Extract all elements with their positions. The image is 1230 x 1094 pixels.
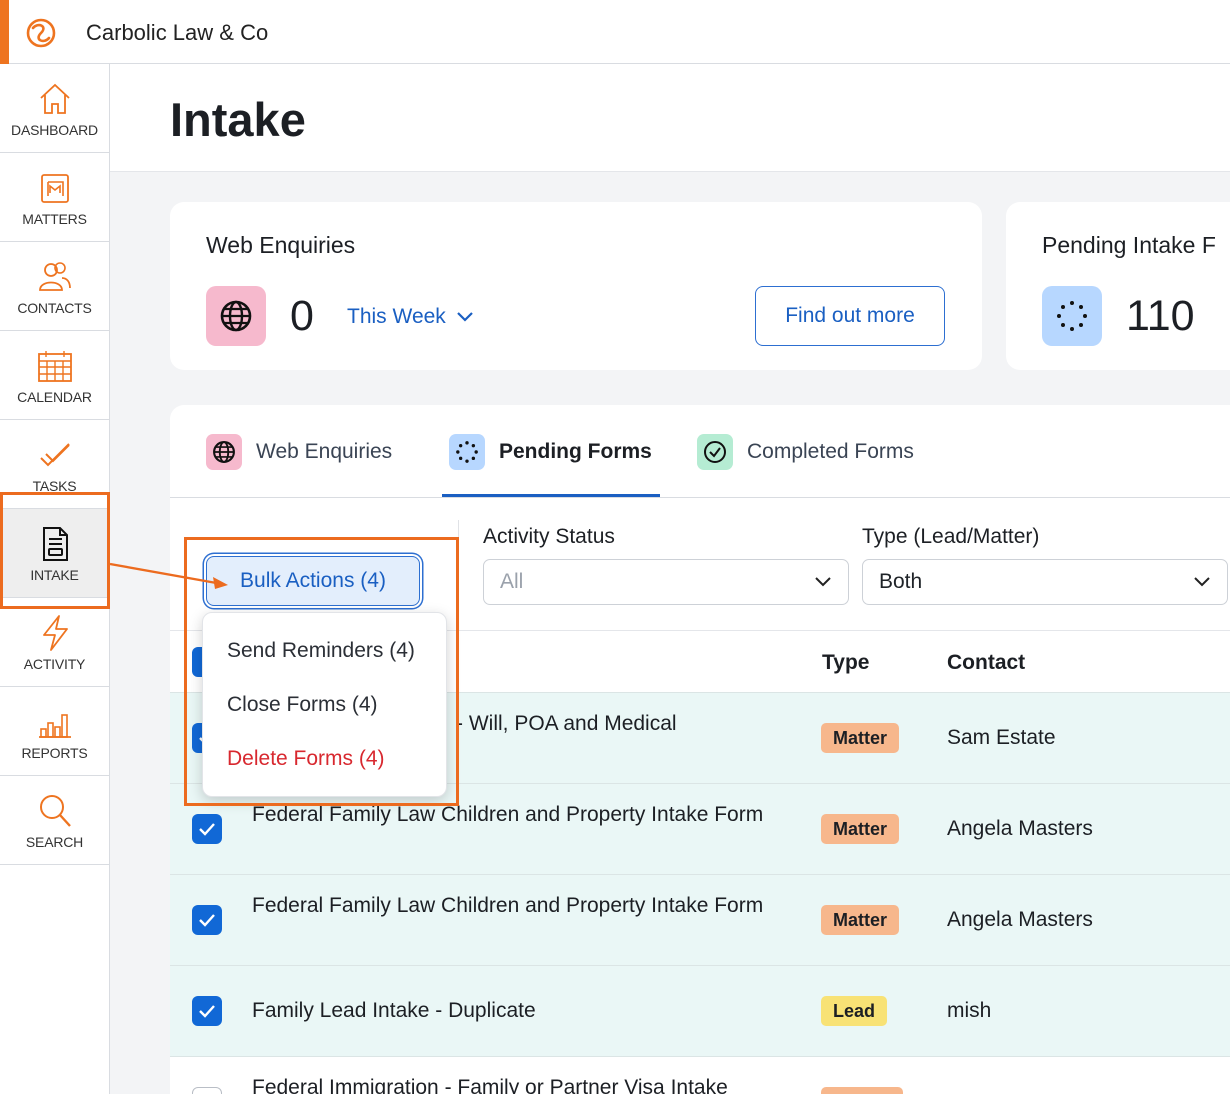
sidebar-item-label: DASHBOARD xyxy=(11,122,98,138)
chevron-down-icon xyxy=(815,577,831,587)
type-badge: Lead xyxy=(821,996,888,1026)
sidebar-item-calendar[interactable]: CALENDAR xyxy=(0,331,109,420)
bulk-actions-button[interactable]: Bulk Actions (4) xyxy=(206,556,420,606)
accent-strip xyxy=(0,0,9,64)
row-checkbox[interactable] xyxy=(192,814,222,844)
firm-logo-icon[interactable] xyxy=(24,16,58,50)
spinner-icon xyxy=(1057,301,1087,331)
period-dropdown[interactable]: This Week xyxy=(347,305,474,329)
sidebar-item-label: ACTIVITY xyxy=(23,656,86,672)
sidebar-item-search[interactable]: SEARCH xyxy=(0,776,109,865)
activity-status-select[interactable]: All xyxy=(483,559,849,605)
tab-bar: Web Enquiries Pending Forms Completed Fo… xyxy=(170,405,1230,498)
firm-name: Carbolic Law & Co xyxy=(86,20,269,45)
page-title: Intake xyxy=(170,93,306,146)
spinner-icon xyxy=(449,434,485,470)
sidebar-item-label: REPORTS xyxy=(21,745,88,761)
row-checkbox[interactable] xyxy=(192,1087,222,1094)
tab-label: Pending Forms xyxy=(499,440,652,463)
row-checkbox[interactable] xyxy=(192,996,222,1026)
sidebar-item-label: SEARCH xyxy=(25,834,84,850)
top-bar: Carbolic Law & Co xyxy=(0,0,1230,64)
sidebar-item-label: CONTACTS xyxy=(17,300,92,316)
checkmark-icon xyxy=(199,914,215,927)
sidebar: DASHBOARD MATTERS CONTACTS CALENDAR TASK… xyxy=(0,64,110,1094)
select-value: All xyxy=(500,570,524,593)
globe-icon xyxy=(206,434,242,470)
active-tab-indicator xyxy=(442,494,660,497)
sidebar-item-label: CALENDAR xyxy=(17,389,92,405)
sidebar-item-contacts[interactable]: CONTACTS xyxy=(0,242,109,331)
send-reminders-item[interactable]: Send Reminders (4) xyxy=(227,639,415,663)
delete-forms-item[interactable]: Delete Forms (4) xyxy=(227,747,385,771)
check-circle-icon xyxy=(697,434,733,470)
tab-web-enquiries[interactable]: Web Enquiries xyxy=(206,432,392,472)
chevron-down-icon xyxy=(457,312,473,322)
checkmark-icon xyxy=(199,823,215,836)
sidebar-item-dashboard[interactable]: DASHBOARD xyxy=(0,64,109,153)
type-filter-label: Type (Lead/Matter) xyxy=(862,525,1040,548)
sidebar-item-activity[interactable]: ACTIVITY xyxy=(0,598,109,687)
globe-icon xyxy=(220,300,252,332)
web-enquiries-count: 0 xyxy=(290,292,314,340)
page-header: Intake xyxy=(110,64,1230,172)
tab-completed-forms[interactable]: Completed Forms xyxy=(697,432,914,472)
type-badge: Matter xyxy=(821,723,900,753)
form-name[interactable]: Federal Family Law Children and Property… xyxy=(252,800,772,830)
web-enquiries-card: Web Enquiries 0 This Week Find out more xyxy=(170,202,982,370)
globe-badge xyxy=(206,286,266,346)
spinner-badge xyxy=(1042,286,1102,346)
table-row[interactable]: Federal Family Law Children and Property… xyxy=(170,874,1230,965)
calendar-icon xyxy=(37,351,72,382)
checkmark-icon xyxy=(199,1005,215,1018)
bulk-actions-menu: Send Reminders (4) Close Forms (4) Delet… xyxy=(202,612,447,797)
search-icon xyxy=(39,795,71,827)
pending-intake-card: Pending Intake F 110 xyxy=(1006,202,1230,370)
sidebar-item-tasks[interactable]: TASKS xyxy=(0,420,109,509)
find-out-more-button[interactable]: Find out more xyxy=(755,286,945,346)
matters-icon xyxy=(40,174,69,203)
chevron-down-icon xyxy=(1194,577,1210,587)
form-name[interactable]: Family Lead Intake - Duplicate xyxy=(252,996,772,1026)
sidebar-item-label: TASKS xyxy=(32,478,77,494)
contact-column-header[interactable]: Contact xyxy=(947,651,1025,675)
type-badge: Matter xyxy=(821,814,900,844)
sidebar-item-label: MATTERS xyxy=(22,211,87,227)
contact-name[interactable]: mish xyxy=(947,999,991,1023)
tasks-icon xyxy=(39,443,70,467)
sidebar-item-reports[interactable]: REPORTS xyxy=(0,687,109,776)
period-label: This Week xyxy=(347,305,446,328)
sidebar-item-matters[interactable]: MATTERS xyxy=(0,153,109,242)
table-row[interactable]: Family Lead Intake - Duplicate Lead mish xyxy=(170,965,1230,1056)
type-filter-select[interactable]: Both xyxy=(862,559,1228,605)
card-title: Web Enquiries xyxy=(206,232,356,258)
activity-status-label: Activity Status xyxy=(483,525,615,548)
filter-divider xyxy=(458,520,459,610)
contact-name[interactable]: Angela Masters xyxy=(947,817,1093,841)
intake-icon xyxy=(42,527,68,561)
table-row[interactable]: Federal Immigration - Family or Partner … xyxy=(170,1056,1230,1094)
close-forms-item[interactable]: Close Forms (4) xyxy=(227,693,378,717)
pending-intake-count: 110 xyxy=(1126,292,1195,340)
tab-label: Web Enquiries xyxy=(256,440,393,463)
tab-label: Completed Forms xyxy=(747,440,914,463)
card-title: Pending Intake F xyxy=(1042,232,1216,258)
tab-pending-forms[interactable]: Pending Forms xyxy=(449,432,652,472)
contact-name[interactable]: Sam Estate xyxy=(947,726,1056,750)
row-checkbox[interactable] xyxy=(192,905,222,935)
sidebar-item-label: INTAKE xyxy=(30,567,79,583)
form-name[interactable]: Federal Immigration - Family or Partner … xyxy=(252,1073,772,1094)
lightning-icon xyxy=(42,615,68,651)
contact-name[interactable]: Angela Masters xyxy=(947,908,1093,932)
form-name[interactable]: Federal Family Law Children and Property… xyxy=(252,891,772,921)
type-badge: Matter xyxy=(821,905,900,935)
sidebar-item-intake[interactable]: INTAKE xyxy=(0,509,109,598)
bar-chart-icon xyxy=(38,714,71,738)
type-badge xyxy=(821,1087,903,1094)
select-value: Both xyxy=(879,570,923,593)
contacts-icon xyxy=(38,262,71,291)
type-column-header[interactable]: Type xyxy=(822,651,869,675)
home-icon xyxy=(39,83,70,114)
